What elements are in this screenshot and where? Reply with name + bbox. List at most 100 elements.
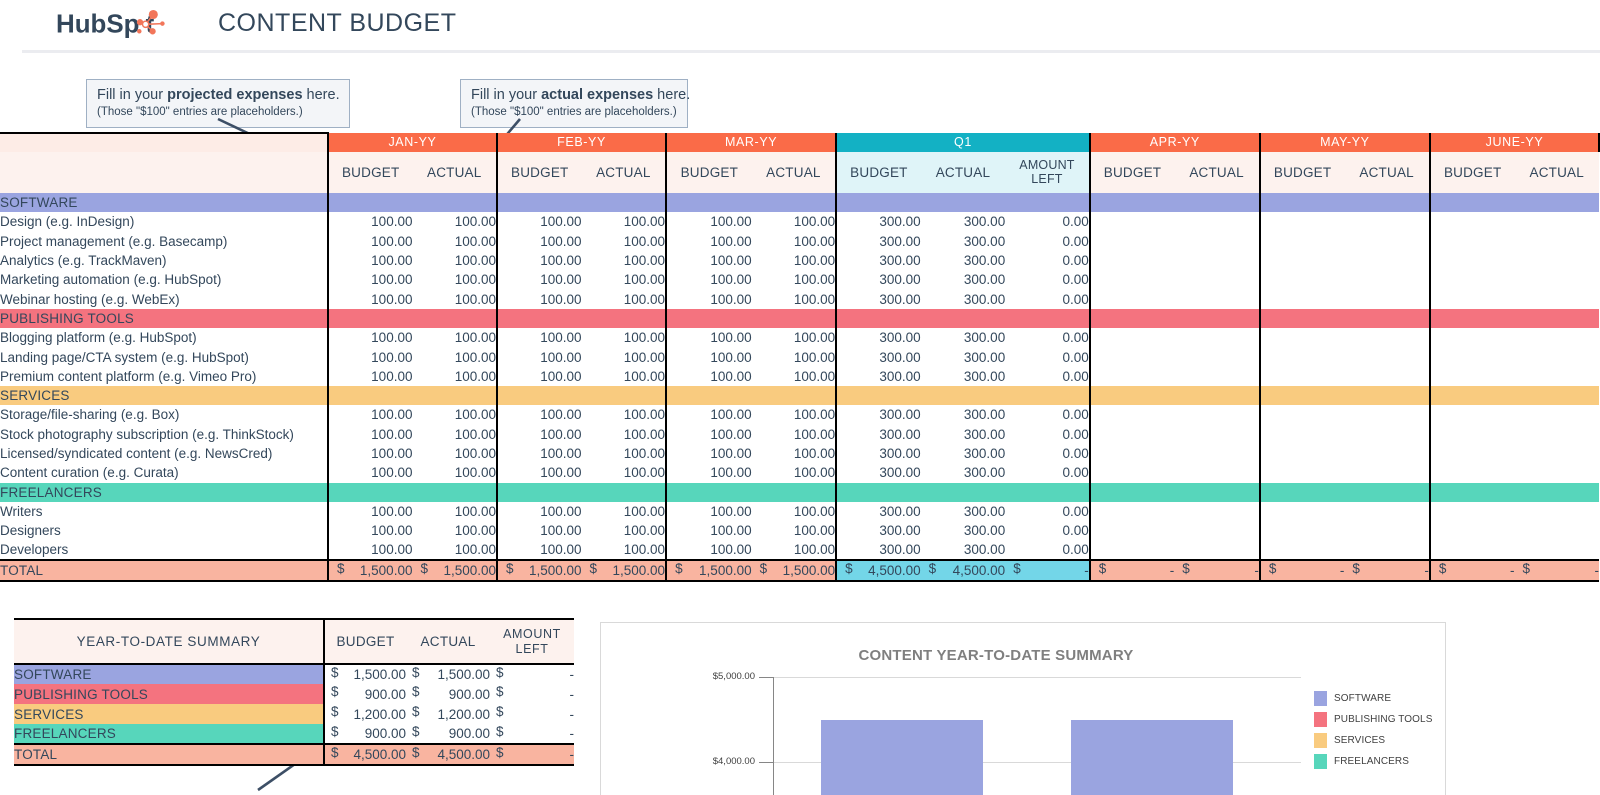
cell-feb-budget[interactable]: 100.00 [497,443,582,464]
cell-apr-budget[interactable] [1089,405,1175,425]
cell-june-actual[interactable] [1514,270,1599,290]
cell-mar-budget[interactable]: 100.00 [666,347,752,367]
cell-june-budget[interactable] [1429,270,1515,290]
cell-apr-actual[interactable] [1174,366,1261,387]
cell-jan-budget[interactable]: 100.00 [326,405,413,425]
cell-feb-actual[interactable]: 100.00 [581,463,668,483]
cell-mar-actual[interactable]: 100.00 [751,405,838,425]
cell-mar-actual[interactable]: 100.00 [751,501,838,522]
cell-may-actual[interactable] [1344,289,1431,309]
cell-jan-actual[interactable]: 100.00 [412,250,498,271]
cell-june-budget[interactable] [1429,231,1515,251]
cell-apr-budget[interactable] [1089,347,1175,367]
cell-jan-actual[interactable]: 100.00 [412,347,498,367]
cell-apr-actual[interactable] [1174,270,1261,290]
cell-june-budget[interactable] [1429,443,1515,464]
cell-feb-budget[interactable]: 100.00 [497,366,582,387]
cell-mar-actual[interactable]: 100.00 [751,250,838,271]
cell-jan-budget[interactable]: 100.00 [326,347,413,367]
cell-apr-budget[interactable] [1089,521,1175,541]
cell-jan-budget[interactable]: 100.00 [326,270,413,290]
cell-apr-actual[interactable] [1174,347,1261,367]
cell-jan-actual[interactable]: 100.00 [412,231,498,251]
cell-feb-budget[interactable]: 100.00 [497,212,582,232]
cell-mar-budget[interactable]: 100.00 [666,250,752,271]
cell-may-actual[interactable] [1344,212,1431,232]
cell-mar-actual[interactable]: 100.00 [751,540,838,560]
cell-june-actual[interactable] [1514,366,1599,387]
cell-mar-actual[interactable]: 100.00 [751,521,838,541]
cell-june-actual[interactable] [1514,540,1599,560]
cell-feb-budget[interactable]: 100.00 [497,501,582,522]
cell-mar-actual[interactable]: 100.00 [751,212,838,232]
cell-mar-budget[interactable]: 100.00 [666,501,752,522]
cell-june-actual[interactable] [1514,212,1599,232]
cell-jan-budget[interactable]: 100.00 [326,463,413,483]
cell-apr-budget[interactable] [1089,231,1175,251]
cell-may-budget[interactable] [1259,443,1345,464]
cell-may-budget[interactable] [1259,250,1345,271]
cell-mar-budget[interactable]: 100.00 [666,521,752,541]
cell-apr-actual[interactable] [1174,250,1261,271]
cell-feb-actual[interactable]: 100.00 [581,250,668,271]
cell-mar-actual[interactable]: 100.00 [751,443,838,464]
cell-mar-budget[interactable]: 100.00 [666,289,752,309]
cell-may-actual[interactable] [1344,347,1431,367]
cell-feb-budget[interactable]: 100.00 [497,405,582,425]
cell-feb-actual[interactable]: 100.00 [581,443,668,464]
cell-apr-actual[interactable] [1174,424,1261,444]
cell-may-budget[interactable] [1259,347,1345,367]
cell-may-budget[interactable] [1259,231,1345,251]
cell-feb-budget[interactable]: 100.00 [497,270,582,290]
cell-feb-budget[interactable]: 100.00 [497,327,582,348]
cell-may-actual[interactable] [1344,366,1431,387]
cell-may-actual[interactable] [1344,521,1431,541]
cell-june-budget[interactable] [1429,327,1515,348]
cell-apr-actual[interactable] [1174,443,1261,464]
cell-mar-actual[interactable]: 100.00 [751,289,838,309]
cell-june-budget[interactable] [1429,366,1515,387]
cell-mar-budget[interactable]: 100.00 [666,443,752,464]
cell-jan-budget[interactable]: 100.00 [326,212,413,232]
cell-may-actual[interactable] [1344,405,1431,425]
cell-june-budget[interactable] [1429,347,1515,367]
cell-feb-actual[interactable]: 100.00 [581,424,668,444]
cell-feb-actual[interactable]: 100.00 [581,212,668,232]
cell-mar-actual[interactable]: 100.00 [751,327,838,348]
cell-june-budget[interactable] [1429,463,1515,483]
cell-apr-budget[interactable] [1089,250,1175,271]
cell-mar-actual[interactable]: 100.00 [751,463,838,483]
cell-may-budget[interactable] [1259,424,1345,444]
cell-apr-actual[interactable] [1174,212,1261,232]
cell-may-actual[interactable] [1344,463,1431,483]
cell-may-actual[interactable] [1344,540,1431,560]
cell-apr-budget[interactable] [1089,366,1175,387]
cell-feb-budget[interactable]: 100.00 [497,289,582,309]
cell-feb-actual[interactable]: 100.00 [581,366,668,387]
cell-mar-budget[interactable]: 100.00 [666,270,752,290]
cell-feb-budget[interactable]: 100.00 [497,521,582,541]
cell-feb-budget[interactable]: 100.00 [497,231,582,251]
cell-feb-budget[interactable]: 100.00 [497,540,582,560]
cell-mar-budget[interactable]: 100.00 [666,540,752,560]
cell-apr-actual[interactable] [1174,405,1261,425]
cell-apr-budget[interactable] [1089,501,1175,522]
cell-feb-actual[interactable]: 100.00 [581,540,668,560]
cell-jan-budget[interactable]: 100.00 [326,231,413,251]
cell-june-budget[interactable] [1429,289,1515,309]
cell-jan-actual[interactable]: 100.00 [412,443,498,464]
cell-may-budget[interactable] [1259,366,1345,387]
cell-mar-actual[interactable]: 100.00 [751,424,838,444]
cell-may-actual[interactable] [1344,231,1431,251]
cell-mar-budget[interactable]: 100.00 [666,231,752,251]
cell-may-actual[interactable] [1344,327,1431,348]
cell-apr-budget[interactable] [1089,463,1175,483]
cell-jan-actual[interactable]: 100.00 [412,212,498,232]
cell-mar-budget[interactable]: 100.00 [666,366,752,387]
cell-apr-actual[interactable] [1174,540,1261,560]
cell-apr-budget[interactable] [1089,540,1175,560]
cell-may-budget[interactable] [1259,289,1345,309]
cell-jan-budget[interactable]: 100.00 [326,327,413,348]
cell-may-budget[interactable] [1259,521,1345,541]
cell-jan-budget[interactable]: 100.00 [326,540,413,560]
